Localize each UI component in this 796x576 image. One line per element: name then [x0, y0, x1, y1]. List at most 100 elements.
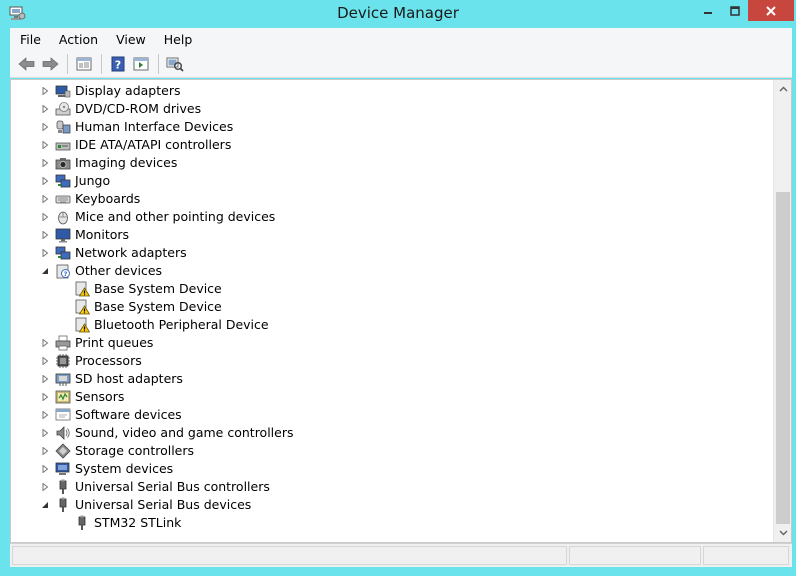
tree-category[interactable]: Sound, video and game controllers	[11, 424, 771, 442]
tree-category[interactable]: Universal Serial Bus controllers	[11, 478, 771, 496]
expand-arrow-icon[interactable]	[41, 105, 49, 113]
expand-arrow-icon[interactable]	[41, 141, 49, 149]
keyboard-icon	[55, 195, 71, 204]
tree-category[interactable]: Universal Serial Bus devices	[11, 496, 771, 514]
expand-arrow-icon[interactable]	[41, 429, 49, 437]
tree-category[interactable]: System devices	[11, 460, 771, 478]
tree-device[interactable]: Base System Device	[11, 280, 771, 298]
dvd-drive-icon	[55, 102, 71, 116]
storage-controller-icon	[55, 443, 71, 459]
usb-icon	[59, 479, 67, 494]
tree-item-label: SD host adapters	[75, 371, 183, 386]
scrollbar-thumb[interactable]	[776, 192, 790, 524]
close-button[interactable]	[748, 0, 794, 21]
toolbar: ?	[10, 50, 792, 78]
tree-device[interactable]: Bluetooth Peripheral Device	[11, 316, 771, 334]
expand-arrow-icon[interactable]	[41, 231, 49, 239]
window-title: Device Manager	[337, 4, 459, 22]
usb-icon	[78, 515, 86, 530]
expand-arrow-icon[interactable]	[41, 375, 49, 383]
expand-arrow-icon[interactable]	[41, 87, 49, 95]
tree-item-label: Base System Device	[94, 281, 222, 296]
tree-category[interactable]: Imaging devices	[11, 154, 771, 172]
tree-category[interactable]: Human Interface Devices	[11, 118, 771, 136]
svg-text:?: ?	[115, 58, 121, 71]
sd-host-icon	[55, 373, 71, 386]
tree-item-label: DVD/CD-ROM drives	[75, 101, 202, 116]
tree-category[interactable]: Mice and other pointing devices	[11, 208, 771, 226]
scroll-up-button[interactable]	[774, 80, 791, 98]
scan-hardware-icon	[166, 57, 184, 72]
title-bar[interactable]: Device Manager	[0, 0, 796, 28]
properties-pane-icon	[76, 57, 92, 70]
tree-item-label: Base System Device	[94, 299, 222, 314]
warning-device-icon	[75, 299, 90, 315]
collapse-arrow-icon[interactable]	[41, 501, 49, 509]
scroll-down-button[interactable]	[774, 524, 791, 542]
expand-arrow-icon[interactable]	[41, 159, 49, 167]
network-adapter-icon	[55, 246, 71, 260]
menu-file[interactable]: File	[20, 32, 41, 47]
tree-category[interactable]: Print queues	[11, 334, 771, 352]
minimize-icon	[704, 11, 712, 14]
usb-icon	[59, 497, 67, 512]
status-bar	[10, 543, 792, 567]
expand-arrow-icon[interactable]	[41, 393, 49, 401]
expand-arrow-icon[interactable]	[41, 357, 49, 365]
tree-item-label: Print queues	[75, 335, 154, 350]
maximize-button[interactable]	[722, 0, 748, 21]
tree-category[interactable]: Jungo	[11, 172, 771, 190]
device-tree-panel: Display adapters DVD/CD-ROM drives Human I…	[10, 79, 792, 543]
tree-item-label: Processors	[75, 353, 142, 368]
expand-arrow-icon[interactable]	[41, 213, 49, 221]
expand-arrow-icon[interactable]	[41, 123, 49, 131]
tree-item-label: Universal Serial Bus controllers	[75, 479, 270, 494]
expand-arrow-icon[interactable]	[41, 465, 49, 473]
expand-arrow-icon[interactable]	[41, 195, 49, 203]
tree-category[interactable]: Sensors	[11, 388, 771, 406]
tree-category[interactable]: Software devices	[11, 406, 771, 424]
expand-arrow-icon[interactable]	[41, 447, 49, 455]
tree-category[interactable]: Processors	[11, 352, 771, 370]
tree-category[interactable]: ? Other devices	[11, 262, 771, 280]
camera-icon	[55, 158, 71, 170]
tree-category[interactable]: Storage controllers	[11, 442, 771, 460]
vertical-scrollbar[interactable]	[773, 80, 791, 542]
menu-view[interactable]: View	[116, 32, 146, 47]
properties-pane-button[interactable]	[73, 53, 95, 75]
collapse-arrow-icon[interactable]	[41, 267, 49, 275]
expand-arrow-icon[interactable]	[41, 411, 49, 419]
display-adapter-icon	[55, 85, 71, 98]
tree-device[interactable]: STM32 STLink	[11, 514, 771, 532]
tree-category[interactable]: Keyboards	[11, 190, 771, 208]
console-tree-button[interactable]	[130, 53, 152, 75]
status-pane-tertiary	[703, 546, 789, 565]
back-button[interactable]	[16, 53, 38, 75]
toolbar-separator	[158, 53, 159, 74]
scan-hardware-button[interactable]	[164, 53, 186, 75]
tree-item-label: Software devices	[75, 407, 182, 422]
help-button[interactable]: ?	[107, 53, 129, 75]
ide-controller-icon	[55, 142, 71, 151]
tree-category[interactable]: IDE ATA/ATAPI controllers	[11, 136, 771, 154]
menu-action[interactable]: Action	[59, 32, 98, 47]
tree-category[interactable]: DVD/CD-ROM drives	[11, 100, 771, 118]
tree-item-label: Sensors	[75, 389, 125, 404]
tree-category[interactable]: Monitors	[11, 226, 771, 244]
tree-category[interactable]: SD host adapters	[11, 370, 771, 388]
expand-arrow-icon[interactable]	[41, 177, 49, 185]
expand-arrow-icon[interactable]	[41, 249, 49, 257]
svg-text:?: ?	[64, 270, 68, 278]
mouse-icon	[58, 211, 68, 225]
system-device-icon	[55, 462, 70, 475]
menu-help[interactable]: Help	[164, 32, 193, 47]
sensor-icon	[55, 390, 71, 404]
expand-arrow-icon[interactable]	[41, 339, 49, 347]
forward-button[interactable]	[39, 53, 61, 75]
tree-device[interactable]: Base System Device	[11, 298, 771, 316]
minimize-button[interactable]	[694, 0, 722, 21]
tree-category[interactable]: Network adapters	[11, 244, 771, 262]
expand-arrow-icon[interactable]	[41, 483, 49, 491]
unknown-device-icon: ?	[56, 264, 70, 279]
tree-category[interactable]: Display adapters	[11, 82, 771, 100]
